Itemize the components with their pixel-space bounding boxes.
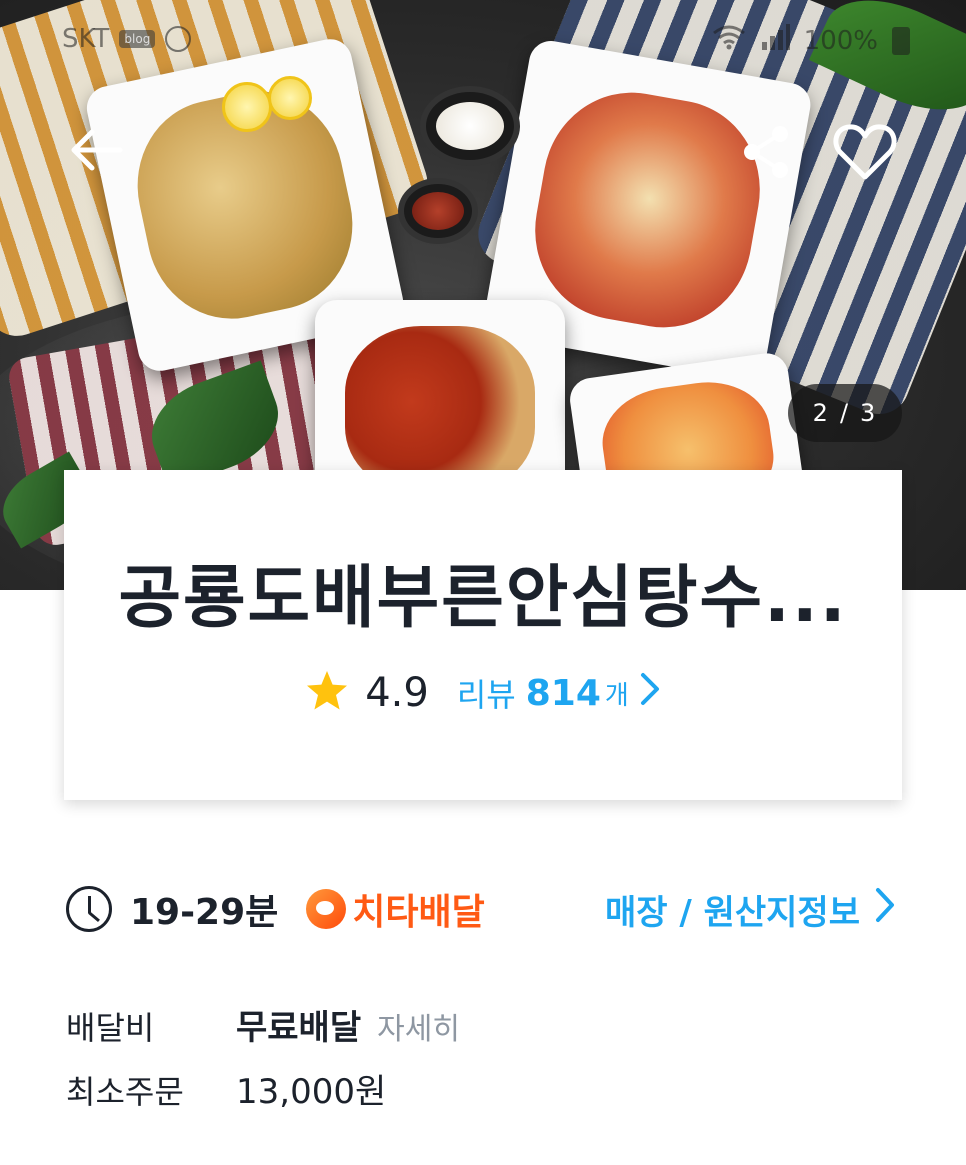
delivery-fee-label: 배달비	[66, 1009, 155, 1047]
clock-icon	[66, 886, 112, 932]
share-button[interactable]	[738, 124, 794, 184]
pickled-radish-bowl	[420, 86, 520, 166]
delivery-fee-row: 배달비 무료배달 자세히	[66, 1000, 896, 1064]
favorite-button[interactable]	[830, 122, 900, 186]
signal-icon	[760, 24, 790, 57]
walking-icon	[165, 26, 192, 52]
cheetah-delivery-label: 치타배달	[352, 892, 485, 933]
review-unit: 개	[604, 680, 629, 711]
image-pager: 2 / 3	[788, 384, 902, 442]
min-order-value: 13,000원	[236, 1072, 387, 1112]
store-name: 공룡도배부른안심탕수...	[118, 559, 848, 638]
pager-current: 2	[812, 399, 830, 427]
sauce-bowl	[398, 178, 478, 244]
lemon-slice	[222, 82, 272, 132]
lemon-slice	[268, 76, 312, 120]
rating-row: 4.9 리뷰 814 개	[64, 670, 902, 716]
chevron-right-icon	[874, 887, 896, 932]
order-info-table: 배달비 무료배달 자세히 최소주문 13,000원	[66, 1000, 896, 1128]
share-icon	[740, 124, 792, 184]
pager-separator: /	[839, 399, 851, 427]
pager-total: 3	[860, 399, 878, 427]
delivery-fee-value: 무료배달	[236, 1008, 362, 1048]
status-bar: SKT blog 100%	[0, 18, 966, 62]
blog-icon: blog	[119, 30, 156, 48]
back-button[interactable]	[66, 122, 126, 182]
back-arrow-icon	[68, 128, 124, 176]
delivery-time: 19-29분	[130, 892, 279, 933]
chevron-right-icon	[639, 672, 661, 714]
battery-percent: 100%	[803, 25, 878, 56]
review-link[interactable]: 리뷰 814 개	[457, 670, 661, 716]
store-origin-info-label: 매장 / 원산지정보	[604, 892, 860, 933]
store-summary-card: 공룡도배부른안심탕수... 4.9 리뷰 814 개	[64, 470, 902, 800]
rating-value: 4.9	[365, 670, 429, 716]
carrier-label: SKT	[62, 24, 110, 54]
cheetah-icon	[306, 889, 347, 929]
min-order-label: 최소주문	[66, 1073, 184, 1111]
delivery-info-row: 19-29분 치타배달 매장 / 원산지정보	[66, 884, 896, 934]
min-order-row: 최소주문 13,000원	[66, 1064, 896, 1128]
review-count: 814	[525, 672, 601, 714]
store-origin-info-link[interactable]: 매장 / 원산지정보	[605, 885, 896, 934]
status-right: 100%	[712, 24, 910, 57]
star-icon	[305, 670, 349, 716]
battery-icon	[892, 26, 910, 55]
cheetah-delivery-badge: 치타배달	[306, 883, 485, 935]
heart-icon	[833, 123, 897, 185]
review-label: 리뷰	[456, 676, 516, 714]
wifi-icon	[712, 24, 746, 57]
status-left: SKT blog	[62, 24, 192, 54]
delivery-fee-detail-link[interactable]: 자세히	[377, 1004, 460, 1048]
